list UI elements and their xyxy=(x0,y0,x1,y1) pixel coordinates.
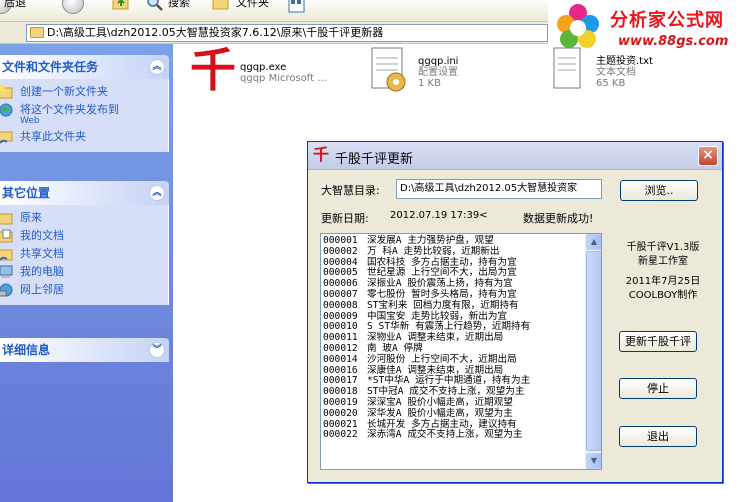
stock-code: 000008 xyxy=(323,299,358,311)
status-text: 数据更新成功! xyxy=(523,212,594,225)
update-date-value: 2012.07.19 17:39< xyxy=(390,210,488,221)
folders-icon[interactable] xyxy=(212,0,230,12)
update-date-label: 更新日期: xyxy=(321,212,369,225)
stock-code: 000014 xyxy=(323,353,358,365)
expand-chevron-icon[interactable]: ︾ xyxy=(149,342,165,358)
task-pane: 文件和文件夹任务 ︽ 创建一个新文件夹 将这个文件夹发布到 Web 共享此文件夹 … xyxy=(0,44,173,502)
file-qgqp-ini[interactable]: qgqp.ini 配置设置 1 KB xyxy=(418,56,458,89)
back-label[interactable]: 后退 xyxy=(4,0,26,12)
list-item[interactable]: 000002 万 科A 走势比较弱，近期新出 xyxy=(323,245,583,258)
list-rows: 000001 深发展A 主力强势护盘，观望 000002 万 科A 走势比较弱，近期新… xyxy=(323,235,583,441)
qgqp-update-dialog: 千 千股千评更新 × 大智慧目录: D:\高级工具\dzh2012.05大智慧投… xyxy=(307,141,723,483)
stock-code: 000022 xyxy=(323,429,358,441)
place-network[interactable]: 网上邻居 xyxy=(0,281,168,299)
stock-comment: 万 科A 走势比较弱，近期新出 xyxy=(367,245,500,257)
exit-button[interactable]: 退出 xyxy=(619,426,697,447)
folders-button[interactable]: 文件夹 xyxy=(236,0,269,12)
other-places-header[interactable]: 其它位置 ︽ xyxy=(0,181,169,205)
scroll-up-arrow-icon[interactable]: ▲ xyxy=(586,234,601,250)
place-parent-folder[interactable]: 原来 xyxy=(0,209,168,227)
list-item[interactable]: 000022 深赤湾A 成交不支持上涨，观望为主 xyxy=(323,430,583,441)
list-item[interactable]: 000014 沙河股份 上行空间不大，近期出局 xyxy=(323,353,583,366)
stock-comment: ST宝利来 回档力度有限，近期持有 xyxy=(367,299,519,311)
scroll-down-arrow-icon[interactable]: ▼ xyxy=(586,453,601,469)
my-computer-icon xyxy=(0,265,13,278)
stock-code: 000020 xyxy=(323,407,358,419)
dialog-title: 千股千评更新 xyxy=(335,152,414,167)
my-documents-icon xyxy=(0,229,13,243)
brand-url: www.88gs.com xyxy=(618,34,729,49)
scroll-thumb[interactable] xyxy=(586,251,601,451)
author-text: COOLBOY制作 xyxy=(628,290,698,301)
list-item[interactable]: 000011 深物业A 调整未结束，近期出局 xyxy=(323,332,583,344)
stock-comment: 深华发A 股价小幅走高，观望为主 xyxy=(367,407,513,419)
stop-button[interactable]: 停止 xyxy=(619,378,697,399)
folder-icon xyxy=(30,27,44,38)
ini-file-icon[interactable] xyxy=(366,44,410,96)
address-input[interactable]: D:\高级工具\dzh2012.05大智慧投资家7.6.12\原来\千股千评更新… xyxy=(26,24,548,42)
stock-comment-list[interactable]: 000001 深发展A 主力强势护盘，观望 000002 万 科A 走势比较弱，近期新… xyxy=(320,233,602,470)
collapse-chevron-icon[interactable]: ︽ xyxy=(149,185,165,201)
file-qgqp-exe[interactable]: qgqp.exe qgqp Microsoft ... xyxy=(240,62,327,84)
collapse-chevron-icon[interactable]: ︽ xyxy=(149,59,165,75)
folder-icon xyxy=(0,213,13,225)
stock-code: 000002 xyxy=(323,245,358,257)
dialog-title-bar[interactable]: 千 千股千评更新 × xyxy=(308,142,722,170)
network-icon xyxy=(0,283,13,297)
dir-label: 大智慧目录: xyxy=(321,184,380,197)
share-folder-icon xyxy=(0,131,13,144)
place-shared-documents[interactable]: 共享文档 xyxy=(0,245,168,263)
app-title-icon: 千 xyxy=(313,145,330,164)
browse-button[interactable]: 浏览.. xyxy=(620,180,698,201)
file-tasks-panel: 文件和文件夹任务 ︽ 创建一个新文件夹 将这个文件夹发布到 Web 共享此文件夹 xyxy=(0,55,169,152)
other-places-panel: 其它位置 ︽ 原来 我的文档 共享文档 我的电脑 网上邻居 xyxy=(0,181,169,305)
text-file-icon[interactable] xyxy=(550,44,586,96)
file-theme-txt[interactable]: 主题投资.txt 文本文档 65 KB xyxy=(596,56,653,89)
shared-documents-icon xyxy=(0,249,13,261)
dzh-directory-input[interactable]: D:\高级工具\dzh2012.05大智慧投资家 xyxy=(396,179,602,199)
exe-app-icon[interactable]: 千 xyxy=(190,42,236,98)
search-icon[interactable] xyxy=(146,0,164,12)
globe-icon xyxy=(0,103,13,117)
close-button[interactable]: × xyxy=(698,146,718,166)
update-qgqp-button[interactable]: 更新千股千评 xyxy=(619,331,697,352)
details-panel: 详细信息 ︾ xyxy=(0,338,169,362)
new-folder-icon xyxy=(0,85,13,99)
details-header[interactable]: 详细信息 ︾ xyxy=(0,338,169,362)
task-publish-web[interactable]: 将这个文件夹发布到 Web xyxy=(0,101,168,128)
stock-comment: 深赤湾A 成交不支持上涨，观望为主 xyxy=(367,429,523,441)
up-folder-icon[interactable] xyxy=(112,0,130,12)
list-item[interactable]: 000020 深华发A 股价小幅走高，观望为主 xyxy=(323,407,583,420)
address-path: D:\高级工具\dzh2012.05大智慧投资家7.6.12\原来\千股千评更新… xyxy=(47,26,384,39)
file-tasks-header[interactable]: 文件和文件夹任务 ︽ xyxy=(0,55,169,79)
stock-comment: 沙河股份 上行空间不大，近期出局 xyxy=(367,353,517,365)
vertical-scrollbar[interactable]: ▲ ▼ xyxy=(585,234,601,469)
task-share-folder[interactable]: 共享此文件夹 xyxy=(0,128,168,146)
list-item[interactable]: 000008 ST宝利来 回档力度有限，近期持有 xyxy=(323,299,583,312)
place-my-computer[interactable]: 我的电脑 xyxy=(0,263,168,281)
place-my-documents[interactable]: 我的文档 xyxy=(0,227,168,245)
task-new-folder[interactable]: 创建一个新文件夹 xyxy=(0,83,168,101)
studio-text: 新星工作室 xyxy=(638,256,688,267)
view-icon[interactable] xyxy=(288,0,306,14)
forward-button[interactable] xyxy=(62,0,84,14)
brand-name: 分析家公式网 xyxy=(610,10,724,31)
release-date-text: 2011年7月25日 xyxy=(625,276,701,287)
search-button[interactable]: 搜索 xyxy=(168,0,190,12)
version-text: 千股千评V1.3版 xyxy=(626,242,700,253)
